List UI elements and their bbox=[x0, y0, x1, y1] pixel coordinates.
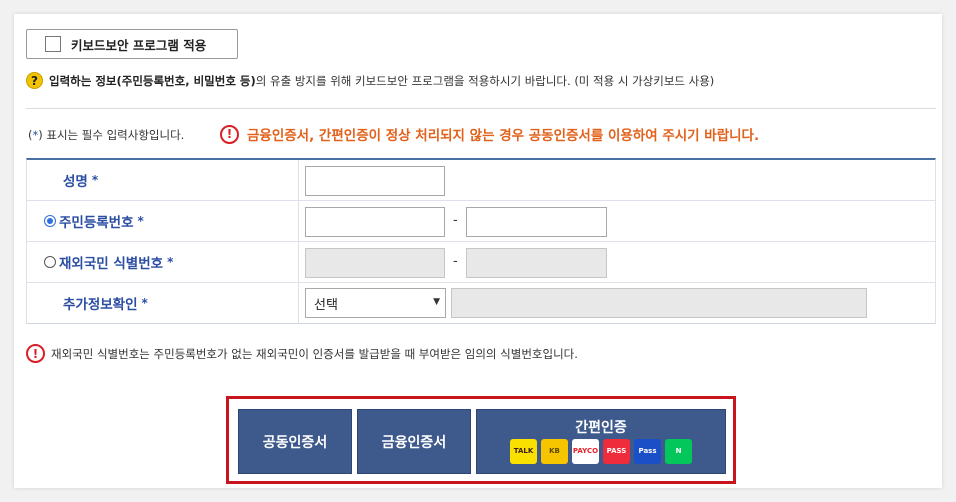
form-row-extra: 추가정보확인 * 선택 ▼ bbox=[27, 283, 935, 324]
naver-icon: N bbox=[665, 439, 692, 464]
keyboard-help-text: ? 입력하는 정보(주민등록번호, 비밀번호 등)의 유출 방지를 위해 키보드… bbox=[26, 72, 714, 89]
rrn-dash: - bbox=[453, 213, 458, 228]
help-suffix: 의 유출 방지를 위해 키보드보안 프로그램을 적용하시기 바랍니다. (미 적… bbox=[255, 73, 715, 88]
rrn-second-input[interactable] bbox=[466, 207, 607, 237]
name-label-cell: 성명 * bbox=[27, 160, 299, 200]
kb-icon: KB bbox=[541, 439, 568, 464]
identity-form: 성명 * 주민등록번호 * - 재외국민 식별번호 * - 추가정보확인 * 선… bbox=[26, 158, 936, 324]
financial-certificate-button[interactable]: 금융인증서 bbox=[357, 409, 471, 474]
required-note-text: ) 표시는 필수 입력사항입니다. bbox=[38, 128, 185, 142]
kakao-talk-icon: TALK bbox=[510, 439, 537, 464]
exclamation-icon: ! bbox=[26, 344, 45, 363]
foreign-id-notice: ! 재외국민 식별번호는 주민등록번호가 없는 재외국민이 인증서를 발급받을 … bbox=[26, 344, 578, 363]
required-star-icon: * bbox=[137, 214, 144, 228]
foreign-label: 재외국민 식별번호 bbox=[59, 256, 164, 272]
name-label: 성명 bbox=[63, 174, 88, 190]
simple-auth-label: 간편인증 bbox=[575, 420, 627, 436]
foreign-dash: - bbox=[453, 254, 458, 269]
foreign-second-input[interactable] bbox=[466, 248, 607, 278]
samsung-pass-icon: Pass bbox=[634, 439, 661, 464]
required-star-icon: * bbox=[167, 255, 174, 269]
required-star-icon: * bbox=[141, 296, 148, 310]
payco-icon: PAYCO bbox=[572, 439, 599, 464]
rrn-radio[interactable] bbox=[44, 215, 56, 227]
rrn-first-input[interactable] bbox=[305, 207, 445, 237]
help-prefix: 입력하는 정보 bbox=[49, 73, 117, 88]
chevron-down-icon: ▼ bbox=[433, 297, 440, 307]
joint-certificate-label: 공동인증서 bbox=[262, 434, 328, 451]
keyboard-security-label: 키보드보안 프로그램 적용 bbox=[71, 37, 207, 53]
simple-auth-provider-logos: TALK KB PAYCO PASS Pass N bbox=[477, 439, 725, 464]
form-row-name: 성명 * bbox=[27, 160, 935, 201]
keyboard-security-checkbox[interactable] bbox=[45, 36, 61, 52]
exclamation-icon: ! bbox=[220, 124, 239, 144]
extra-label: 추가정보확인 bbox=[63, 297, 138, 313]
foreign-first-input[interactable] bbox=[305, 248, 445, 278]
form-row-foreign: 재외국민 식별번호 * - bbox=[27, 242, 935, 283]
rrn-label: 주민등록번호 bbox=[59, 215, 134, 231]
financial-certificate-label: 금융인증서 bbox=[381, 434, 447, 451]
help-bold: (주민등록번호, 비밀번호 등) bbox=[116, 73, 256, 88]
extra-info-select-value: 선택 bbox=[314, 297, 338, 313]
keyboard-security-toggle[interactable]: 키보드보안 프로그램 적용 bbox=[26, 29, 238, 59]
cert-warning-text: 금융인증서, 간편인증이 정상 처리되지 않는 경우 공동인증서를 이용하여 주… bbox=[247, 128, 760, 144]
extra-info-input[interactable] bbox=[451, 288, 867, 318]
joint-certificate-button[interactable]: 공동인증서 bbox=[238, 409, 352, 474]
foreign-id-notice-text: 재외국민 식별번호는 주민등록번호가 없는 재외국민이 인증서를 발급받을 때 … bbox=[51, 346, 578, 361]
foreign-radio[interactable] bbox=[44, 256, 56, 268]
simple-auth-button[interactable]: 간편인증 TALK KB PAYCO PASS Pass N bbox=[476, 409, 726, 474]
name-input[interactable] bbox=[305, 166, 445, 196]
rrn-label-cell: 주민등록번호 * bbox=[27, 201, 299, 241]
divider bbox=[26, 108, 936, 109]
certificate-button-group: 공동인증서 금융인증서 간편인증 TALK KB PAYCO PASS Pass N bbox=[226, 396, 736, 484]
required-note: (*) 표시는 필수 입력사항입니다. bbox=[28, 127, 184, 143]
question-icon: ? bbox=[26, 72, 43, 89]
foreign-label-cell: 재외국민 식별번호 * bbox=[27, 242, 299, 282]
required-star-icon: * bbox=[91, 173, 99, 187]
extra-info-select[interactable]: 선택 ▼ bbox=[305, 288, 446, 318]
pass-icon: PASS bbox=[603, 439, 630, 464]
cert-warning: ! 금융인증서, 간편인증이 정상 처리되지 않는 경우 공동인증서를 이용하여… bbox=[220, 124, 759, 144]
extra-label-cell: 추가정보확인 * bbox=[27, 283, 299, 323]
form-row-rrn: 주민등록번호 * - bbox=[27, 201, 935, 242]
